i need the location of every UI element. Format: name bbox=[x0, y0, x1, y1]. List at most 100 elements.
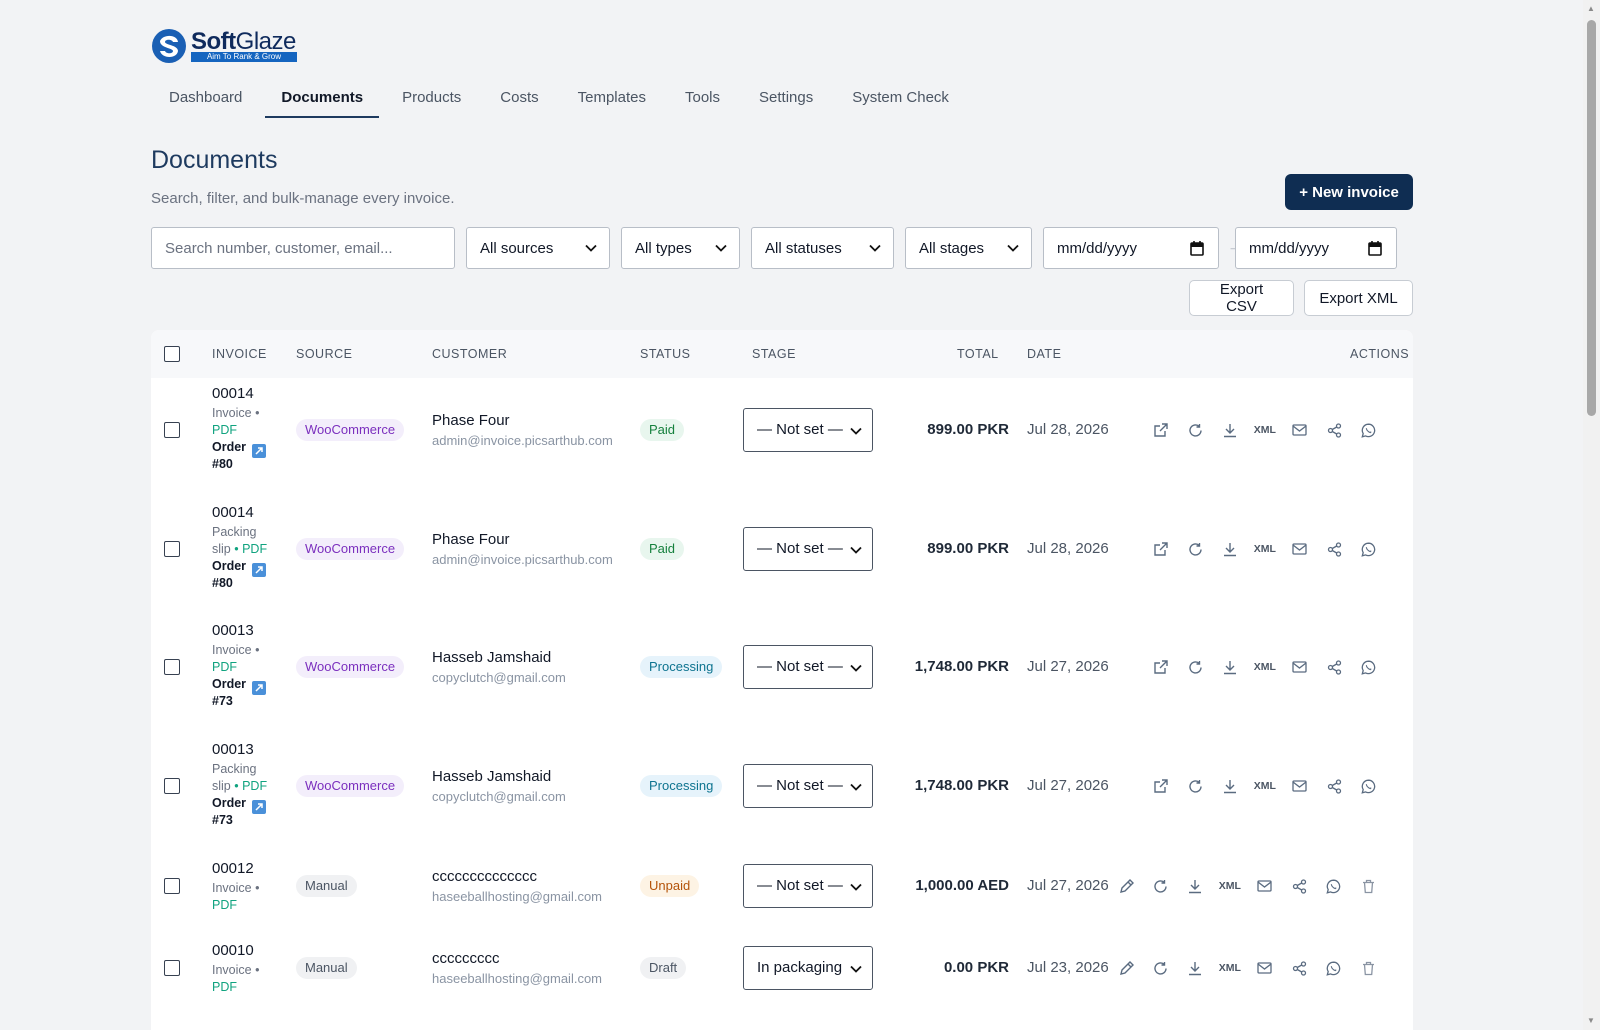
xml-download-button[interactable]: XML bbox=[1216, 958, 1244, 978]
edit-icon[interactable] bbox=[1116, 876, 1136, 896]
xml-download-button[interactable]: XML bbox=[1216, 876, 1244, 896]
invoice-number[interactable]: 00010 bbox=[212, 942, 254, 959]
row-checkbox[interactable] bbox=[164, 778, 180, 794]
tab-tools[interactable]: Tools bbox=[667, 80, 738, 116]
mail-icon[interactable] bbox=[1289, 539, 1309, 559]
row-checkbox[interactable] bbox=[164, 659, 180, 675]
invoice-number[interactable]: 00012 bbox=[212, 860, 254, 877]
new-invoice-button[interactable]: + New invoice bbox=[1285, 174, 1413, 210]
invoice-number[interactable]: 00013 bbox=[212, 622, 254, 639]
export-csv-button[interactable]: Export CSV bbox=[1189, 280, 1294, 316]
col-status[interactable]: STATUS bbox=[640, 347, 690, 361]
order-link[interactable]: Order #73 bbox=[212, 676, 252, 710]
tab-products[interactable]: Products bbox=[384, 80, 479, 116]
external-link-icon[interactable] bbox=[1151, 657, 1171, 677]
refresh-icon[interactable] bbox=[1186, 420, 1206, 440]
xml-download-button[interactable]: XML bbox=[1251, 657, 1279, 677]
mail-icon[interactable] bbox=[1289, 657, 1309, 677]
status-filter-select[interactable]: All statuses bbox=[751, 227, 894, 269]
trash-icon[interactable] bbox=[1358, 958, 1378, 978]
pdf-link[interactable]: PDF bbox=[212, 423, 237, 437]
customer-email[interactable]: admin@invoice.picsarthub.com bbox=[432, 552, 613, 567]
row-checkbox[interactable] bbox=[164, 541, 180, 557]
tab-system-check[interactable]: System Check bbox=[834, 80, 967, 116]
stage-select[interactable]: — Not set — bbox=[743, 864, 873, 908]
pdf-link[interactable]: • PDF bbox=[234, 779, 267, 793]
mail-icon[interactable] bbox=[1254, 958, 1274, 978]
tab-dashboard[interactable]: Dashboard bbox=[151, 80, 260, 116]
stage-select[interactable]: — Not set — bbox=[743, 764, 873, 808]
order-link[interactable]: Order #80 bbox=[212, 558, 252, 592]
pdf-link[interactable]: PDF bbox=[212, 980, 237, 994]
col-total[interactable]: TOTAL bbox=[957, 347, 999, 361]
calendar-icon[interactable] bbox=[1190, 240, 1204, 256]
row-checkbox[interactable] bbox=[164, 878, 180, 894]
col-customer[interactable]: CUSTOMER bbox=[432, 347, 507, 361]
whatsapp-icon[interactable] bbox=[1324, 876, 1344, 896]
refresh-icon[interactable] bbox=[1186, 539, 1206, 559]
order-link-icon[interactable] bbox=[252, 444, 266, 458]
order-link[interactable]: Order #80 bbox=[212, 439, 252, 473]
download-icon[interactable] bbox=[1220, 657, 1240, 677]
customer-email[interactable]: admin@invoice.picsarthub.com bbox=[432, 433, 613, 448]
refresh-icon[interactable] bbox=[1151, 876, 1171, 896]
external-link-icon[interactable] bbox=[1151, 776, 1171, 796]
edit-icon[interactable] bbox=[1116, 958, 1136, 978]
share-icon[interactable] bbox=[1324, 776, 1344, 796]
row-checkbox[interactable] bbox=[164, 960, 180, 976]
external-link-icon[interactable] bbox=[1151, 539, 1171, 559]
customer-email[interactable]: copyclutch@gmail.com bbox=[432, 670, 566, 685]
brand-logo[interactable]: SoftGlaze Aim To Rank & Grow bbox=[151, 26, 311, 66]
scroll-up-icon[interactable]: ▲ bbox=[1587, 4, 1595, 13]
mail-icon[interactable] bbox=[1289, 420, 1309, 440]
row-checkbox[interactable] bbox=[164, 422, 180, 438]
download-icon[interactable] bbox=[1220, 776, 1240, 796]
xml-download-button[interactable]: XML bbox=[1251, 539, 1279, 559]
order-link[interactable]: Order #73 bbox=[212, 795, 252, 829]
stage-select[interactable]: — Not set — bbox=[743, 645, 873, 689]
date-to-input[interactable]: mm/dd/yyyy bbox=[1235, 227, 1397, 269]
xml-download-button[interactable]: XML bbox=[1251, 776, 1279, 796]
stage-filter-select[interactable]: All stages bbox=[905, 227, 1032, 269]
invoice-number[interactable]: 00014 bbox=[212, 504, 254, 521]
share-icon[interactable] bbox=[1289, 958, 1309, 978]
download-icon[interactable] bbox=[1185, 876, 1205, 896]
type-filter-select[interactable]: All types bbox=[621, 227, 740, 269]
whatsapp-icon[interactable] bbox=[1359, 657, 1379, 677]
whatsapp-icon[interactable] bbox=[1359, 539, 1379, 559]
download-icon[interactable] bbox=[1220, 420, 1240, 440]
col-stage[interactable]: STAGE bbox=[752, 347, 796, 361]
customer-email[interactable]: copyclutch@gmail.com bbox=[432, 789, 566, 804]
pdf-link[interactable]: • PDF bbox=[234, 542, 267, 556]
refresh-icon[interactable] bbox=[1151, 958, 1171, 978]
col-invoice[interactable]: INVOICE bbox=[212, 347, 267, 361]
refresh-icon[interactable] bbox=[1186, 657, 1206, 677]
select-all-checkbox[interactable] bbox=[164, 346, 180, 362]
download-icon[interactable] bbox=[1220, 539, 1240, 559]
col-source[interactable]: SOURCE bbox=[296, 347, 352, 361]
mail-icon[interactable] bbox=[1289, 776, 1309, 796]
whatsapp-icon[interactable] bbox=[1359, 776, 1379, 796]
customer-email[interactable]: haseeballhosting@gmail.com bbox=[432, 971, 602, 986]
share-icon[interactable] bbox=[1324, 657, 1344, 677]
scrollbar-thumb[interactable] bbox=[1587, 20, 1596, 416]
tab-templates[interactable]: Templates bbox=[560, 80, 664, 116]
mail-icon[interactable] bbox=[1254, 876, 1274, 896]
stage-select[interactable]: In packaging bbox=[743, 946, 873, 990]
tab-costs[interactable]: Costs bbox=[482, 80, 556, 116]
xml-download-button[interactable]: XML bbox=[1251, 420, 1279, 440]
customer-email[interactable]: haseeballhosting@gmail.com bbox=[432, 889, 602, 904]
stage-select[interactable]: — Not set — bbox=[743, 527, 873, 571]
search-input[interactable]: Search number, customer, email... bbox=[151, 227, 455, 269]
source-filter-select[interactable]: All sources bbox=[466, 227, 610, 269]
order-link-icon[interactable] bbox=[252, 563, 266, 577]
stage-select[interactable]: — Not set — bbox=[743, 408, 873, 452]
share-icon[interactable] bbox=[1324, 539, 1344, 559]
share-icon[interactable] bbox=[1324, 420, 1344, 440]
order-link-icon[interactable] bbox=[252, 800, 266, 814]
tab-settings[interactable]: Settings bbox=[741, 80, 831, 116]
pdf-link[interactable]: PDF bbox=[212, 660, 237, 674]
tab-documents[interactable]: Documents bbox=[263, 80, 381, 118]
share-icon[interactable] bbox=[1289, 876, 1309, 896]
invoice-number[interactable]: 00014 bbox=[212, 385, 254, 402]
